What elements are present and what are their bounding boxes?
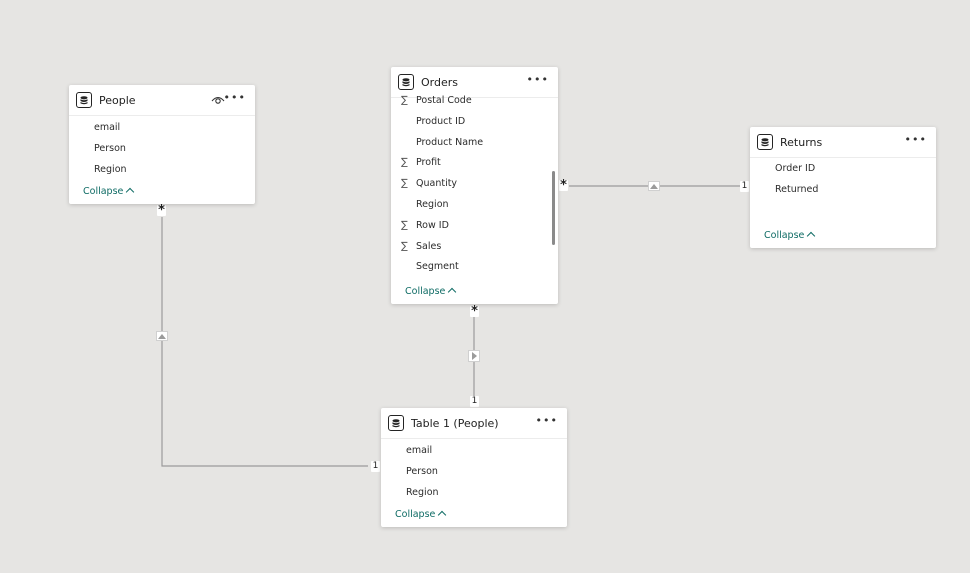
table-card-orders[interactable]: Orders ••• ∑ Postal Code Product ID Produ… <box>391 67 558 304</box>
table-title: People <box>99 93 136 107</box>
sum-icon: ∑ <box>401 95 408 106</box>
collapse-link[interactable]: Collapse <box>395 509 447 520</box>
field-profit[interactable]: ∑ Profit <box>391 153 558 174</box>
cross-filter-direction-people-table1[interactable] <box>156 331 168 341</box>
scrollbar-thumb[interactable] <box>552 171 555 245</box>
more-options-icon[interactable]: ••• <box>905 134 927 145</box>
field-row-id[interactable]: ∑ Row ID <box>391 216 558 237</box>
field-order-id[interactable]: Order ID <box>750 159 936 180</box>
field-person[interactable]: Person <box>381 462 567 483</box>
arrow-up-icon <box>650 183 658 189</box>
table-title: Returns <box>780 135 823 149</box>
field-returned[interactable]: Returned <box>750 180 936 201</box>
relationship-line-people-table1 <box>161 217 368 467</box>
field-postal-code[interactable]: ∑ Postal Code <box>391 91 558 112</box>
field-email[interactable]: email <box>381 441 567 462</box>
field-quantity[interactable]: ∑ Quantity <box>391 174 558 195</box>
table-header[interactable]: People ••• <box>69 85 255 116</box>
table-card-table1-people[interactable]: Table 1 (People) ••• email Person Region… <box>381 408 567 527</box>
cardinality-table1-one-left: 1 <box>371 461 380 472</box>
arrow-right-icon <box>471 352 477 360</box>
orders-field-list[interactable]: ∑ Postal Code Product ID Product Name ∑ Pr… <box>391 91 558 271</box>
sum-icon: ∑ <box>401 240 408 252</box>
table-card-people[interactable]: People ••• email Person Region Collapse <box>69 85 255 204</box>
more-options-icon[interactable]: ••• <box>224 92 246 103</box>
chevron-up-icon <box>438 510 447 520</box>
collapse-link[interactable]: Collapse <box>405 286 457 297</box>
table-icon <box>388 415 404 431</box>
field-email[interactable]: email <box>69 118 255 139</box>
table-icon <box>757 134 773 150</box>
field-product-name[interactable]: Product Name <box>391 133 558 154</box>
field-region[interactable]: Region <box>381 483 567 504</box>
field-region[interactable]: Region <box>69 160 255 181</box>
collapse-label: Collapse <box>395 509 436 520</box>
table-header[interactable]: Returns ••• <box>750 127 936 158</box>
chevron-up-icon <box>807 231 816 241</box>
cross-filter-direction-orders-returns[interactable] <box>648 181 660 191</box>
collapse-label: Collapse <box>764 230 805 241</box>
field-person[interactable]: Person <box>69 139 255 160</box>
cardinality-orders-many-bottom: * <box>470 304 479 319</box>
chevron-up-icon <box>126 187 135 197</box>
table-title: Table 1 (People) <box>411 416 499 430</box>
cardinality-table1-one-top: 1 <box>470 396 479 407</box>
arrow-up-icon <box>158 333 166 339</box>
table-title: Orders <box>421 75 458 89</box>
table-header[interactable]: Table 1 (People) ••• <box>381 408 567 439</box>
collapse-label: Collapse <box>405 286 446 297</box>
table-icon <box>398 74 414 90</box>
sum-icon: ∑ <box>401 157 408 169</box>
cardinality-people-many: * <box>157 203 166 218</box>
collapse-link[interactable]: Collapse <box>83 186 135 197</box>
field-region[interactable]: Region <box>391 195 558 216</box>
more-options-icon[interactable]: ••• <box>527 74 549 85</box>
cardinality-orders-many: * <box>559 178 568 193</box>
table-icon <box>76 92 92 108</box>
chevron-up-icon <box>448 287 457 297</box>
cardinality-returns-one: 1 <box>740 181 749 192</box>
sum-icon: ∑ <box>401 178 408 190</box>
sum-icon: ∑ <box>401 219 408 231</box>
field-segment[interactable]: Segment <box>391 257 558 271</box>
more-options-icon[interactable]: ••• <box>536 415 558 426</box>
cross-filter-direction-orders-table1[interactable] <box>468 350 480 362</box>
field-sales[interactable]: ∑ Sales <box>391 237 558 258</box>
collapse-label: Collapse <box>83 186 124 197</box>
field-product-id[interactable]: Product ID <box>391 112 558 133</box>
collapse-link[interactable]: Collapse <box>764 230 816 241</box>
table-card-returns[interactable]: Returns ••• Order ID Returned Collapse <box>750 127 936 248</box>
